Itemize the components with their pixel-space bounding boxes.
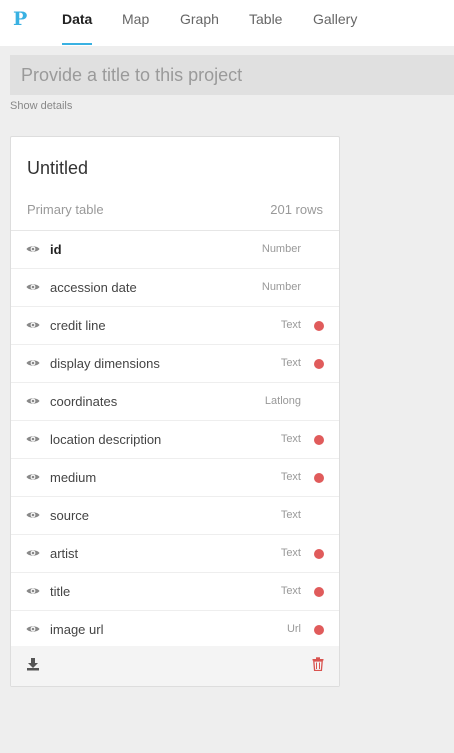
dataset-title[interactable]: Untitled [27, 158, 88, 179]
column-name: id [50, 242, 62, 257]
column-type[interactable]: Text [281, 433, 301, 445]
show-details-link[interactable]: Show details [10, 100, 72, 112]
column-name: location description [50, 432, 162, 447]
column-name: image url [50, 622, 104, 637]
column-name: coordinates [50, 394, 118, 409]
tab-table[interactable]: Table [249, 0, 282, 46]
column-type[interactable]: Number [262, 281, 301, 293]
status-dot [314, 625, 324, 635]
column-row[interactable]: location description Text [11, 421, 339, 459]
primary-table-label: Primary table [27, 202, 104, 217]
tab-data[interactable]: Data [62, 0, 92, 46]
eye-icon[interactable] [26, 472, 40, 482]
column-row[interactable]: id Number [11, 231, 339, 269]
row-count: 201 rows [270, 202, 323, 217]
column-name: accession date [50, 280, 137, 295]
column-type[interactable]: Text [281, 585, 301, 597]
column-row[interactable]: title Text [11, 573, 339, 611]
status-dot [314, 473, 324, 483]
column-row[interactable]: source Text [11, 497, 339, 535]
tab-map[interactable]: Map [122, 0, 149, 46]
eye-icon[interactable] [26, 434, 40, 444]
column-type[interactable]: Latlong [265, 395, 301, 407]
trash-icon[interactable] [312, 657, 324, 671]
column-row[interactable]: image url Url [11, 611, 339, 649]
tab-gallery[interactable]: Gallery [313, 0, 357, 46]
status-dot [314, 549, 324, 559]
column-name: artist [50, 546, 79, 561]
column-row[interactable]: accession date Number [11, 269, 339, 307]
eye-icon[interactable] [26, 624, 40, 634]
column-row[interactable]: coordinates Latlong [11, 383, 339, 421]
column-name: display dimensions [50, 356, 160, 371]
eye-icon[interactable] [26, 396, 40, 406]
column-name: title [50, 584, 71, 599]
eye-icon[interactable] [26, 244, 40, 254]
active-tab-indicator [62, 43, 92, 45]
status-dot [314, 435, 324, 445]
app-logo[interactable]: P [13, 9, 27, 29]
top-nav: P Data Map Graph Table Gallery [0, 0, 454, 46]
eye-icon[interactable] [26, 586, 40, 596]
column-row[interactable]: medium Text [11, 459, 339, 497]
eye-icon[interactable] [26, 320, 40, 330]
dataset-card: Untitled Primary table 201 rows id Number… [10, 136, 340, 687]
download-icon[interactable] [26, 657, 40, 671]
column-row[interactable]: credit line Text [11, 307, 339, 345]
column-row[interactable]: artist Text [11, 535, 339, 573]
column-name: source [50, 508, 90, 523]
column-name: medium [50, 470, 97, 485]
eye-icon[interactable] [26, 510, 40, 520]
column-type[interactable]: Text [281, 357, 301, 369]
column-list: id Number accession date Number credit line T… [11, 230, 339, 649]
project-title-input[interactable] [10, 55, 454, 95]
status-dot [314, 359, 324, 369]
eye-icon[interactable] [26, 358, 40, 368]
tab-graph[interactable]: Graph [180, 0, 219, 46]
status-dot [314, 321, 324, 331]
eye-icon[interactable] [26, 282, 40, 292]
column-type[interactable]: Text [281, 547, 301, 559]
column-name: credit line [50, 318, 106, 333]
column-type[interactable]: Url [287, 623, 301, 635]
eye-icon[interactable] [26, 548, 40, 558]
column-type[interactable]: Text [281, 319, 301, 331]
column-type[interactable]: Text [281, 509, 301, 521]
status-dot [314, 587, 324, 597]
column-row[interactable]: display dimensions Text [11, 345, 339, 383]
card-footer [11, 646, 339, 686]
column-type[interactable]: Text [281, 471, 301, 483]
column-type[interactable]: Number [262, 243, 301, 255]
